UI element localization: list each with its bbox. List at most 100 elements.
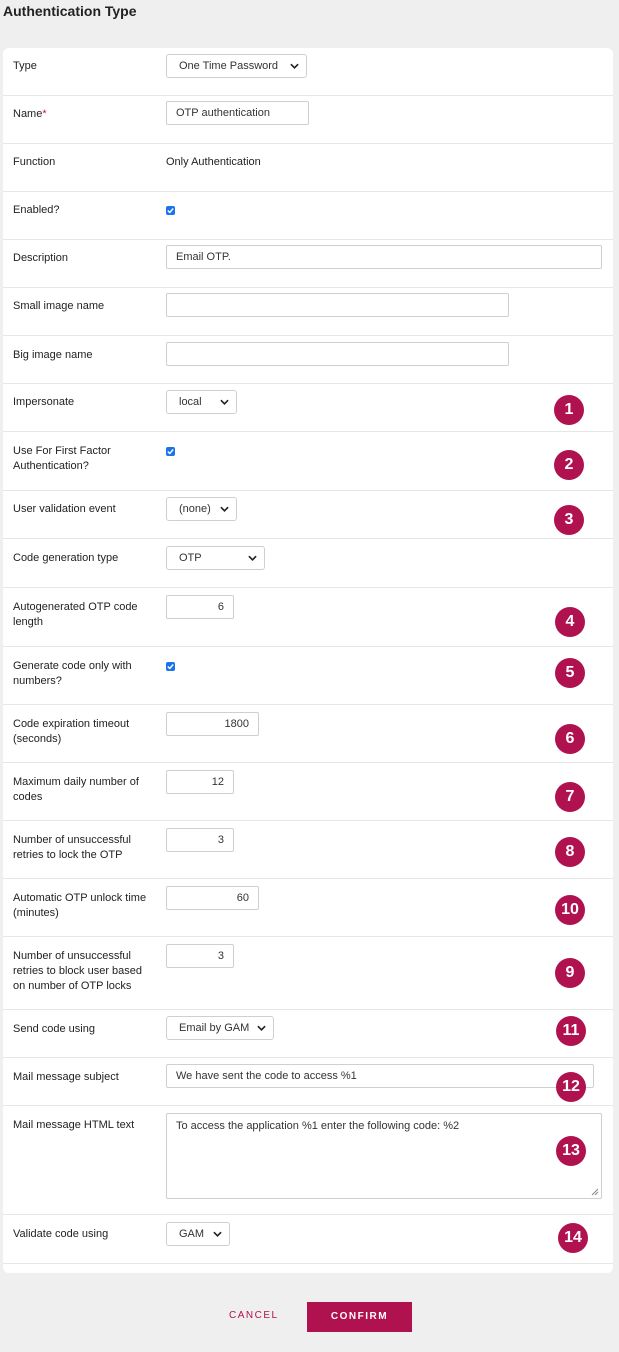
row-otp-code-length: Autogenerated OTP code length 6 4: [3, 588, 613, 647]
expiration-timeout-input[interactable]: 1800: [166, 712, 259, 736]
retries-block-user-input[interactable]: 3: [166, 944, 234, 968]
code-generation-type-value: OTP: [179, 552, 202, 564]
user-validation-event-value: (none): [179, 503, 211, 515]
function-label: Function: [13, 156, 56, 168]
otp-code-length-input[interactable]: 6: [166, 595, 234, 619]
function-value: Only Authentication: [166, 156, 261, 168]
row-name: Name* OTP authentication: [3, 96, 613, 144]
chevron-down-icon: [220, 506, 229, 512]
row-validate-code-using: Validate code using GAM 14: [3, 1215, 613, 1264]
validate-code-using-value: GAM: [179, 1228, 205, 1240]
annotation-badge: 7: [555, 782, 585, 812]
mail-html-textarea[interactable]: To access the application %1 enter the f…: [166, 1113, 602, 1199]
chevron-down-icon: [220, 399, 229, 405]
max-daily-codes-input[interactable]: 12: [166, 770, 234, 794]
annotation-badge: 6: [555, 724, 585, 754]
check-icon: [167, 664, 174, 670]
retries-lock-otp-input[interactable]: 3: [166, 828, 234, 852]
check-icon: [167, 208, 174, 214]
row-unlock-time: Automatic OTP unlock time (minutes) 60 1…: [3, 879, 613, 937]
chevron-down-icon: [257, 1025, 266, 1031]
small-image-label: Small image name: [13, 300, 105, 312]
send-code-using-select[interactable]: Email by GAM: [166, 1016, 274, 1040]
annotation-badge: 9: [555, 958, 585, 988]
resize-handle-icon[interactable]: [591, 1188, 599, 1196]
validate-code-using-label: Validate code using: [13, 1228, 109, 1240]
description-label: Description: [13, 252, 69, 264]
row-retries-block-user: Number of unsuccessful retries to block …: [3, 937, 613, 1010]
first-factor-checkbox[interactable]: [166, 447, 175, 456]
row-numbers-only: Generate code only with numbers? 5: [3, 647, 613, 705]
impersonate-select-value: local: [179, 396, 202, 408]
required-marker: *: [42, 108, 47, 120]
user-validation-event-label: User validation event: [13, 503, 116, 515]
unlock-time-input[interactable]: 60: [166, 886, 259, 910]
annotation-badge: 3: [554, 505, 584, 535]
row-small-image: Small image name: [3, 288, 613, 336]
expiration-timeout-label: Code expiration timeout (seconds): [13, 718, 130, 745]
row-mail-html: Mail message HTML text To access the app…: [3, 1106, 613, 1215]
numbers-only-label: Generate code only with numbers?: [13, 660, 132, 687]
annotation-badge: 14: [558, 1223, 588, 1253]
row-first-factor: Use For First Factor Authentication? 2: [3, 432, 613, 491]
mail-subject-label: Mail message subject: [13, 1071, 119, 1083]
code-generation-type-select[interactable]: OTP: [166, 546, 265, 570]
mail-html-value: To access the application %1 enter the f…: [176, 1120, 460, 1132]
code-generation-type-label: Code generation type: [13, 552, 119, 564]
mail-subject-input[interactable]: We have sent the code to access %1: [166, 1064, 594, 1088]
row-retries-lock-otp: Number of unsuccessful retries to lock t…: [3, 821, 613, 879]
impersonate-select[interactable]: local: [166, 390, 237, 414]
cancel-button[interactable]: CANCEL: [229, 1310, 279, 1321]
chevron-down-icon: [290, 63, 299, 69]
name-input[interactable]: OTP authentication: [166, 101, 309, 125]
enabled-label: Enabled?: [13, 204, 60, 216]
annotation-badge: 13: [556, 1136, 586, 1166]
type-select[interactable]: One Time Password: [166, 54, 307, 78]
row-send-code-using: Send code using Email by GAM 11: [3, 1010, 613, 1058]
row-user-validation-event: User validation event (none) 3: [3, 491, 613, 539]
send-code-using-value: Email by GAM: [179, 1022, 250, 1034]
first-factor-label: Use For First Factor Authentication?: [13, 445, 111, 472]
validate-code-using-select[interactable]: GAM: [166, 1222, 230, 1246]
name-label: Name*: [13, 107, 148, 122]
small-image-input[interactable]: [166, 293, 509, 317]
row-description: Description Email OTP.: [3, 240, 613, 288]
row-max-daily-codes: Maximum daily number of codes 12 7: [3, 763, 613, 821]
retries-block-user-label: Number of unsuccessful retries to block …: [13, 950, 143, 992]
name-label-text: Name: [13, 108, 43, 120]
send-code-using-label: Send code using: [13, 1023, 95, 1035]
row-mail-subject: Mail message subject We have sent the co…: [3, 1058, 613, 1106]
chevron-down-icon: [213, 1231, 222, 1237]
row-type: Type One Time Password: [3, 48, 613, 96]
enabled-checkbox[interactable]: [166, 206, 175, 215]
big-image-input[interactable]: [166, 342, 509, 366]
annotation-badge: 8: [555, 837, 585, 867]
confirm-button[interactable]: CONFIRM: [307, 1302, 412, 1332]
type-label: Type: [13, 60, 37, 72]
annotation-badge: 12: [556, 1072, 586, 1102]
row-enabled: Enabled?: [3, 192, 613, 240]
user-validation-event-select[interactable]: (none): [166, 497, 237, 521]
big-image-label: Big image name: [13, 349, 93, 361]
mail-html-label: Mail message HTML text: [13, 1119, 135, 1131]
page-title: Authentication Type: [3, 3, 137, 19]
impersonate-label: Impersonate: [13, 396, 75, 408]
unlock-time-label: Automatic OTP unlock time (minutes): [13, 892, 147, 919]
row-code-generation-type: Code generation type OTP: [3, 539, 613, 588]
row-impersonate: Impersonate local 1: [3, 384, 613, 432]
row-function: Function Only Authentication: [3, 144, 613, 192]
authentication-type-form: Type One Time Password Name* OTP authent…: [3, 48, 613, 1273]
otp-code-length-label: Autogenerated OTP code length: [13, 601, 138, 628]
check-icon: [167, 449, 174, 455]
annotation-badge: 1: [554, 395, 584, 425]
row-big-image: Big image name: [3, 336, 613, 384]
annotation-badge: 10: [555, 895, 585, 925]
annotation-badge: 5: [555, 658, 585, 688]
type-select-value: One Time Password: [179, 60, 279, 72]
annotation-badge: 2: [554, 450, 584, 480]
max-daily-codes-label: Maximum daily number of codes: [13, 776, 139, 803]
retries-lock-otp-label: Number of unsuccessful retries to lock t…: [13, 834, 131, 861]
description-input[interactable]: Email OTP.: [166, 245, 602, 269]
numbers-only-checkbox[interactable]: [166, 662, 175, 671]
chevron-down-icon: [248, 555, 257, 561]
